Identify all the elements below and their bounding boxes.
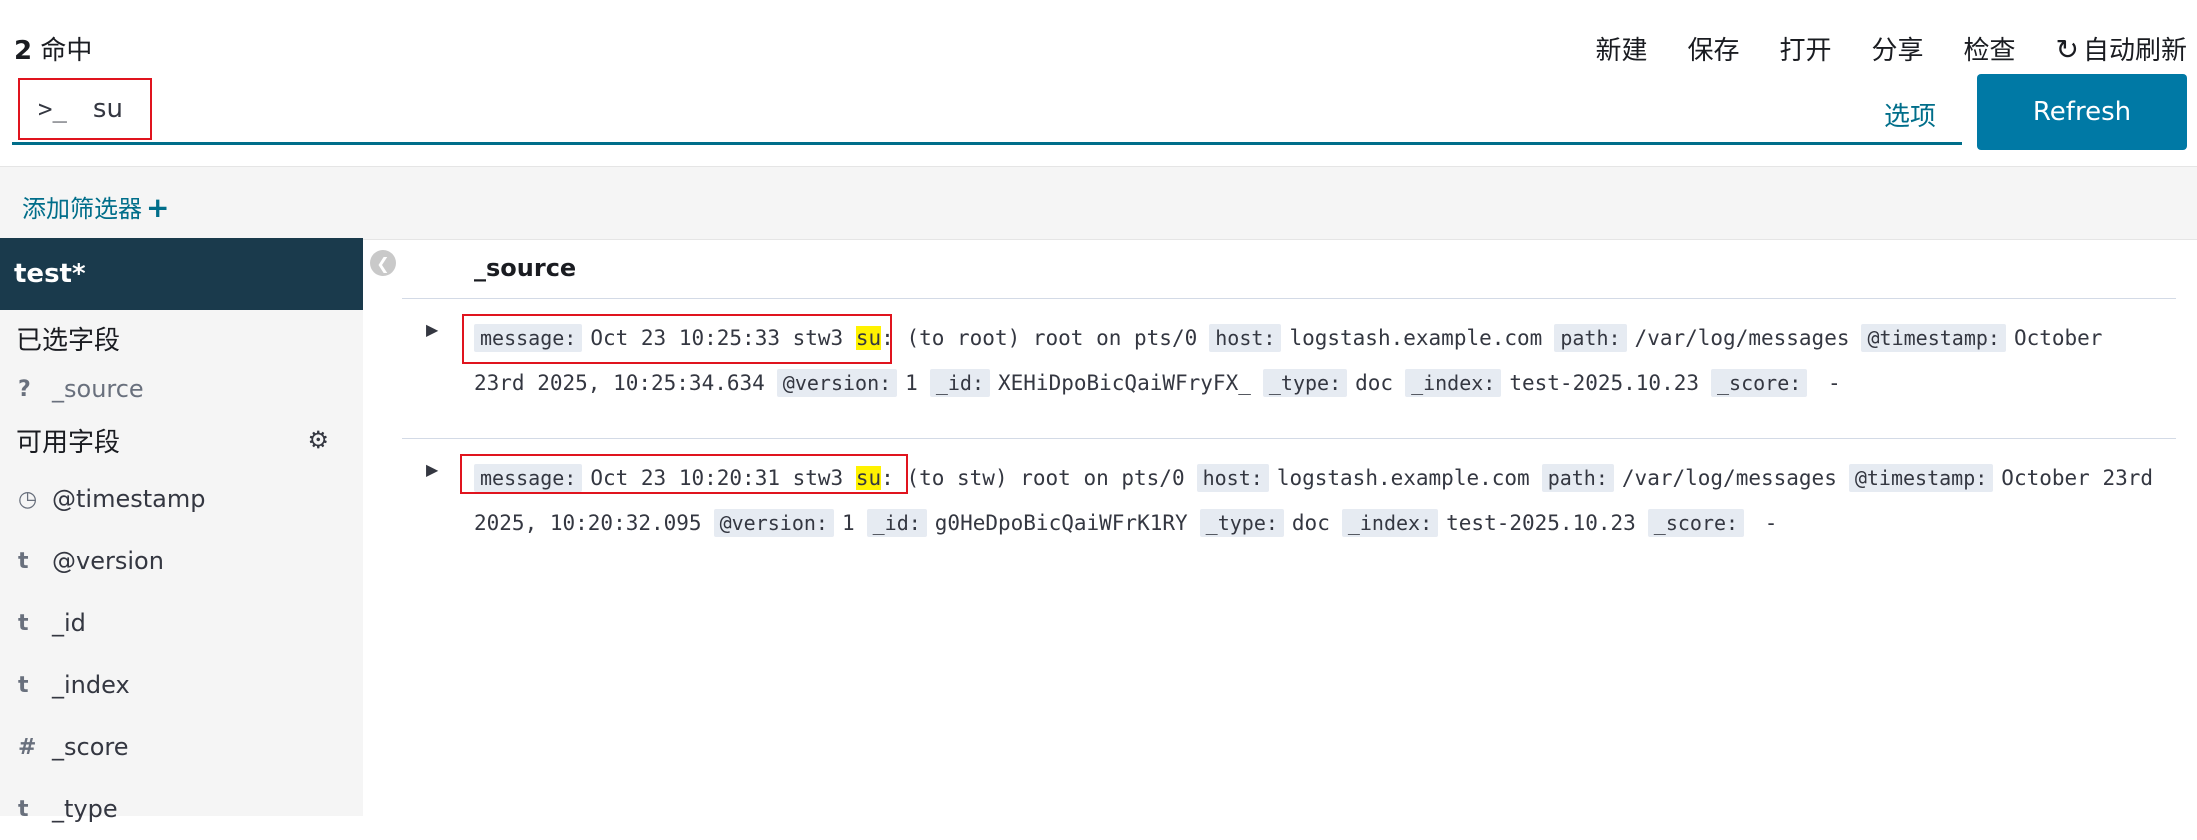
plus-icon: + (146, 191, 170, 224)
field-key: @version: (776, 369, 898, 397)
gear-icon[interactable]: ⚙ (307, 426, 329, 454)
field-item-id[interactable]: t _id (0, 592, 363, 654)
field-type-unknown-icon: ? (18, 376, 31, 402)
search-query-text: su (92, 94, 123, 124)
field-value: Oct 23 10:20:31 stw3 (590, 466, 844, 490)
field-value: logstash.example.com (1289, 326, 1543, 350)
table-row: ▶ message: Oct 23 10:25:33 stw3 su: (to r… (402, 300, 2176, 438)
hits-label: 命中 (40, 36, 93, 66)
refresh-icon: ↻ (2055, 33, 2079, 66)
expand-row-icon[interactable]: ▶ (426, 320, 438, 339)
field-value: Oct 23 10:25:33 stw3 (590, 326, 844, 350)
table-row: ▶ message: Oct 23 10:20:31 stw3 su: (to s… (402, 440, 2176, 578)
field-name: _score (52, 733, 129, 761)
field-value: : (to root) root on pts/0 (881, 326, 1198, 350)
auto-refresh-button[interactable]: ↻ 自动刷新 (2056, 30, 2187, 67)
options-link[interactable]: 选项 (1884, 96, 1936, 133)
hits-count: 2 命中 (14, 30, 92, 67)
terminal-prompt-icon: >_ (38, 95, 67, 123)
field-value: - (1764, 511, 1778, 535)
field-value: doc (1355, 371, 1394, 395)
field-value: /var/log/messages (1621, 466, 1837, 490)
number-type-icon: # (18, 734, 37, 760)
expand-row-icon[interactable]: ▶ (426, 460, 438, 479)
field-key: host: (1196, 464, 1269, 492)
search-highlight: su (855, 326, 882, 350)
field-value: 1 (841, 511, 855, 535)
share-button[interactable]: 分享 (1871, 30, 1923, 67)
field-name: _source (52, 375, 144, 403)
field-name: _type (52, 795, 118, 823)
search-highlight: su (855, 466, 882, 490)
search-input[interactable]: >_ su (18, 78, 152, 140)
string-type-icon: t (18, 610, 29, 636)
field-value: XEHiDpoBicQaiWFryFX_ (998, 371, 1251, 395)
field-name: _index (52, 671, 130, 699)
field-value: g0HeDpoBicQaiWFrK1RY (934, 511, 1188, 535)
field-key: _id: (866, 509, 927, 537)
selected-fields-title: 已选字段 (16, 325, 121, 356)
field-key: message: (474, 464, 583, 492)
document-source: message: Oct 23 10:25:33 stw3 su: (to roo… (474, 316, 2154, 406)
column-header-source: _source (474, 254, 577, 282)
document-source: message: Oct 23 10:20:31 stw3 su: (to stw… (474, 456, 2154, 546)
field-item-type[interactable]: t _type (0, 778, 363, 840)
inspect-button[interactable]: 检查 (1964, 30, 2016, 67)
open-button[interactable]: 打开 (1779, 30, 1831, 67)
divider (402, 298, 2176, 299)
filter-bar: 添加筛选器 + (0, 166, 2197, 240)
field-key: _id: (929, 369, 990, 397)
field-value: /var/log/messages (1634, 326, 1850, 350)
field-value: doc (1291, 511, 1330, 535)
hits-number: 2 (14, 36, 33, 66)
field-item-version[interactable]: t @version (0, 530, 363, 592)
refresh-button[interactable]: Refresh (1977, 74, 2187, 150)
field-key: _index: (1405, 369, 1502, 397)
add-filter-label: 添加筛选器 (22, 195, 142, 223)
selected-field-source[interactable]: ? _source (0, 366, 363, 412)
field-name: @version (52, 547, 164, 575)
field-item-score[interactable]: # _score (0, 716, 363, 778)
field-key: _score: (1647, 509, 1745, 537)
field-key: host: (1209, 324, 1282, 352)
top-menu: 新建 保存 打开 分享 检查 ↻ 自动刷新 (1595, 30, 2187, 67)
available-fields-title: 可用字段 ⚙ (0, 412, 363, 468)
save-button[interactable]: 保存 (1687, 30, 1739, 67)
field-item-index[interactable]: t _index (0, 654, 363, 716)
index-pattern-selector[interactable]: test* (0, 238, 363, 310)
field-key: path: (1554, 324, 1627, 352)
field-key: path: (1541, 464, 1614, 492)
divider (402, 438, 2176, 439)
clock-icon: ◷ (18, 486, 38, 512)
field-key: _type: (1262, 369, 1348, 397)
field-value: logstash.example.com (1276, 466, 1530, 490)
field-name: @timestamp (52, 485, 206, 513)
field-key: @version: (713, 509, 834, 537)
field-key: _type: (1199, 509, 1284, 537)
field-sidebar: test* 已选字段 ? _source 可用字段 ⚙ ◷ @timestamp… (0, 238, 363, 823)
field-value: test-2025.10.23 (1446, 511, 1636, 535)
available-fields-label: 可用字段 (16, 427, 121, 458)
field-key: @timestamp: (1848, 464, 1994, 492)
field-item-timestamp[interactable]: ◷ @timestamp (0, 468, 363, 530)
field-key: _score: (1711, 369, 1808, 397)
string-type-icon: t (18, 672, 29, 698)
field-value: test-2025.10.23 (1509, 371, 1700, 395)
field-key: @timestamp: (1861, 324, 2006, 352)
collapse-sidebar-icon[interactable]: ❮ (370, 250, 396, 276)
field-value: : (to stw) root on pts/0 (881, 466, 1185, 490)
field-value: 1 (905, 371, 918, 395)
string-type-icon: t (18, 548, 29, 574)
field-key: _index: (1341, 509, 1439, 537)
field-key: message: (474, 324, 583, 352)
string-type-icon: t (18, 796, 29, 822)
query-bar[interactable]: >_ su 选项 (12, 76, 1962, 145)
add-filter-button[interactable]: 添加筛选器 + (22, 189, 169, 224)
field-name: _id (52, 609, 86, 637)
field-value: - (1827, 371, 1841, 395)
new-button[interactable]: 新建 (1595, 30, 1647, 67)
auto-refresh-label: 自动刷新 (2082, 36, 2187, 66)
